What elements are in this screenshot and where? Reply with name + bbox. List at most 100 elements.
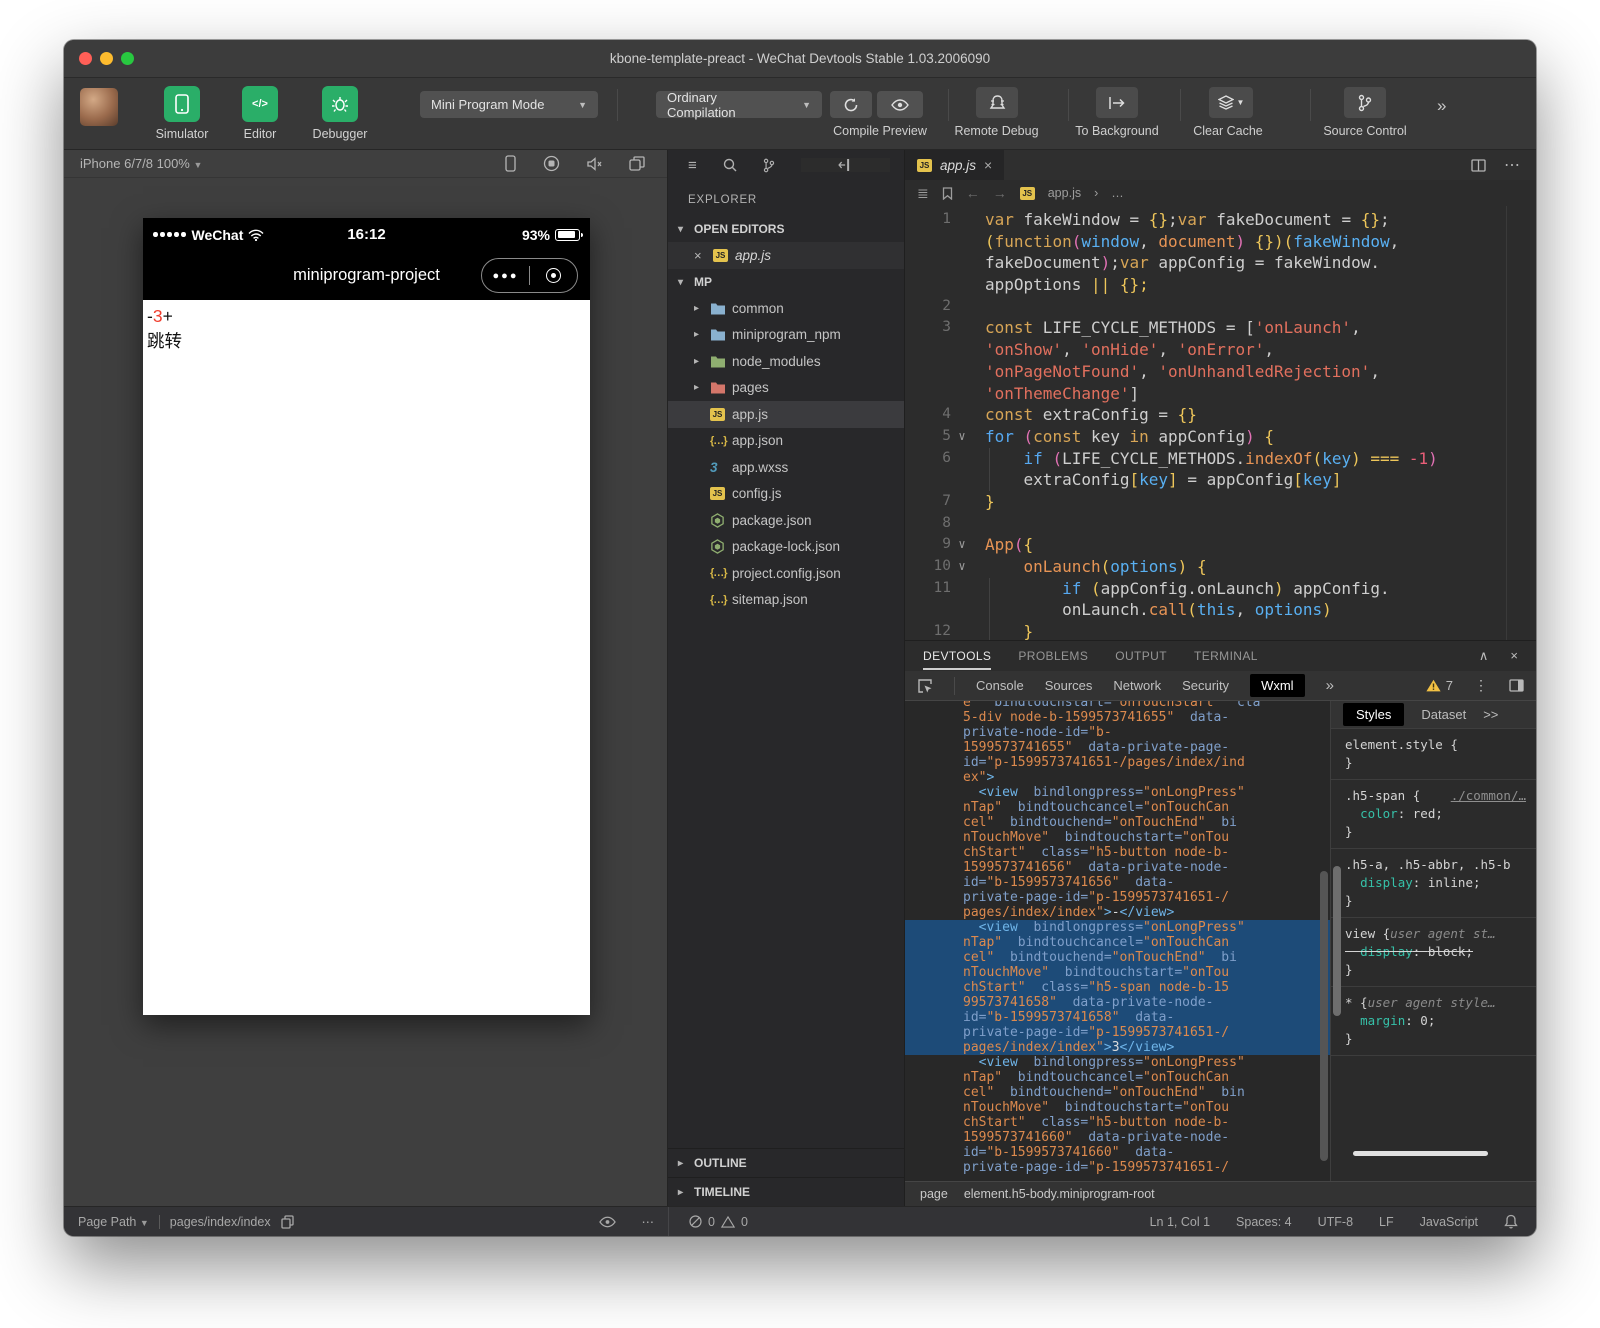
inspector-tab-wxml[interactable]: Wxml [1250,674,1305,697]
plus-button[interactable]: + [163,306,173,326]
compile-button[interactable] [830,91,872,118]
styles-tab-dataset[interactable]: Dataset [1421,707,1466,722]
styles-tab-[interactable]: >> [1483,707,1498,722]
wxml-node-line[interactable]: 1599573741660" data-private-node- [905,1130,1330,1145]
page-path-dropdown[interactable]: Page Path ▼ [78,1215,149,1229]
to-background-button[interactable] [1096,87,1138,118]
close-window-button[interactable] [79,52,92,65]
wxml-node-line[interactable]: nTap" bindtouchcancel="onTouchCan [905,1070,1330,1085]
styles-scrollbar-vertical[interactable] [1333,866,1341,1016]
wxml-node-line[interactable]: nTap" bindtouchcancel="onTouchCan [905,800,1330,815]
wxml-node-line[interactable]: 1599573741656" data-private-node- [905,860,1330,875]
collapse-panel-icon[interactable]: ∧ [1479,648,1489,664]
status-item[interactable]: UTF-8 [1318,1215,1353,1229]
status-item[interactable]: LF [1379,1215,1394,1229]
close-panel-icon[interactable]: × [1510,648,1518,664]
mode-dropdown[interactable]: Mini Program Mode ▼ [420,91,598,118]
wxml-scrollbar[interactable] [1320,871,1328,1161]
wxml-node-line[interactable]: <view bindlongpress="onLongPress" [905,785,1330,800]
open-editor-app-js[interactable]: × JS app.js [668,242,904,269]
fold-chevron-icon[interactable]: ∨ [951,534,973,556]
inspect-element-icon[interactable] [917,678,933,694]
css-rule[interactable]: ./common/….h5-span { color: red;} [1331,780,1536,849]
wxml-node-line[interactable]: id="p-1599573741651-/pages/index/ind [905,755,1330,770]
git-branch-icon[interactable] [763,158,775,173]
more-tabs-icon[interactable]: » [1326,677,1334,694]
wxml-node-line[interactable]: pages/index/index">-</view> [905,905,1330,920]
css-rule[interactable]: element.style {} [1331,729,1536,780]
wxml-node-line[interactable]: cel" bindtouchend="onTouchEnd" bi [905,815,1330,830]
compilation-dropdown[interactable]: Ordinary Compilation ▼ [656,91,822,118]
close-tab-icon[interactable]: × [984,157,992,173]
split-editor-icon[interactable] [1471,159,1486,172]
css-rule[interactable]: * {user agent style… margin: 0;} [1331,987,1536,1056]
wxml-node-line[interactable]: private-page-id="p-1599573741651-/ [905,1160,1330,1175]
file-row-package-lock.json[interactable]: package-lock.json [668,534,904,561]
css-property-line[interactable]: display: inline; [1345,874,1526,892]
folder-row-node_modules[interactable]: ▸node_modules [668,348,904,375]
file-row-app.json[interactable]: {…}app.json [668,428,904,455]
devtools-tab-output[interactable]: OUTPUT [1115,649,1167,663]
css-rule[interactable]: .h5-a, .h5-abbr, .h5-b display: inline;} [1331,849,1536,918]
dock-side-icon[interactable] [1509,679,1524,692]
wxml-node-line[interactable]: 5-div node-b-1599573741655" data- [905,710,1330,725]
remote-debug-button[interactable] [976,87,1018,118]
css-property-line[interactable]: margin: 0; [1345,1012,1526,1030]
wxml-node-line[interactable]: <view bindlongpress="onLongPress" [905,1055,1330,1070]
outline-section[interactable]: ▸ OUTLINE [668,1148,904,1177]
wxml-node-line[interactable]: <view bindlongpress="onLongPress" [905,920,1330,935]
file-list-icon[interactable]: ≡ [688,157,697,174]
timeline-section[interactable]: ▸ TIMELINE [668,1177,904,1206]
back-icon[interactable]: ← [966,185,980,201]
styles-scrollbar-horizontal[interactable] [1353,1151,1488,1156]
devtools-tab-problems[interactable]: PROBLEMS [1018,649,1088,663]
exit-miniprogram-button[interactable] [530,268,577,283]
more-toolbar-items-button[interactable]: » [1437,96,1446,116]
breadcrumb-page[interactable]: page [920,1187,948,1201]
wxml-element-tree[interactable]: e" bindtouchstart="onTouchStart" cla5-di… [905,701,1330,1181]
warnings-badge[interactable]: 7 [1426,678,1453,693]
forward-icon[interactable]: → [993,185,1007,201]
float-window-icon[interactable] [629,156,645,171]
copy-icon[interactable] [281,1215,294,1229]
inspector-tab-console[interactable]: Console [976,678,1024,693]
folder-row-common[interactable]: ▸common [668,295,904,322]
folder-row-pages[interactable]: ▸pages [668,375,904,402]
css-source-link[interactable]: ./common/… [1451,787,1526,805]
wxml-node-line[interactable]: chStart" class="h5-button node-b- [905,1115,1330,1130]
wxml-node-line[interactable]: chStart" class="h5-button node-b- [905,845,1330,860]
wxml-node-line[interactable]: 1599573741655" data-private-page- [905,740,1330,755]
zoom-window-button[interactable] [121,52,134,65]
code-editor[interactable]: 1var fakeWindow = {};var fakeDocument = … [905,206,1536,640]
file-row-project.config.json[interactable]: {…}project.config.json [668,560,904,587]
more-actions-icon[interactable]: ⋯ [1504,155,1520,175]
project-root-section[interactable]: ▾ MP [668,269,904,295]
collapse-panel-icon[interactable] [801,158,890,172]
user-avatar[interactable] [80,88,118,126]
wxml-node-line[interactable]: cel" bindtouchend="onTouchEnd" bin [905,1085,1330,1100]
inspector-tab-sources[interactable]: Sources [1045,678,1093,693]
devtools-tab-devtools[interactable]: DEVTOOLS [923,649,991,663]
wxml-node-line[interactable]: nTouchMove" bindtouchstart="onTou [905,965,1330,980]
wxml-node-line[interactable]: nTouchMove" bindtouchstart="onTou [905,1100,1330,1115]
more-options-icon[interactable]: ⋯ [642,1214,655,1229]
close-icon[interactable]: × [694,248,706,263]
file-row-package.json[interactable]: package.json [668,507,904,534]
preview-button[interactable] [877,91,923,118]
wxml-node-line[interactable]: pages/index/index">3</view> [905,1040,1330,1055]
more-menu-button[interactable]: ●●● [482,270,529,282]
wxml-node-line[interactable]: chStart" class="h5-span node-b-15 [905,980,1330,995]
phone-icon[interactable] [505,155,516,172]
wxml-node-line[interactable]: id="b-1599573741658" data- [905,1010,1330,1025]
wxml-node-line[interactable]: 99573741658" data-private-node- [905,995,1330,1010]
css-rule[interactable]: view {user agent st… display: block;} [1331,918,1536,987]
file-row-app.wxss[interactable]: 3app.wxss [668,454,904,481]
fold-chevron-icon[interactable]: ∨ [951,556,973,578]
inspector-tab-security[interactable]: Security [1182,678,1229,693]
folder-row-miniprogram_npm[interactable]: ▸miniprogram_npm [668,322,904,349]
tab-app-js[interactable]: JS app.js × [905,150,1004,180]
styles-tab-styles[interactable]: Styles [1343,703,1404,726]
open-editors-section[interactable]: ▾ OPEN EDITORS [668,216,904,242]
bookmark-icon[interactable] [942,187,953,200]
breadcrumb-element[interactable]: element.h5-body.miniprogram-root [964,1187,1155,1201]
